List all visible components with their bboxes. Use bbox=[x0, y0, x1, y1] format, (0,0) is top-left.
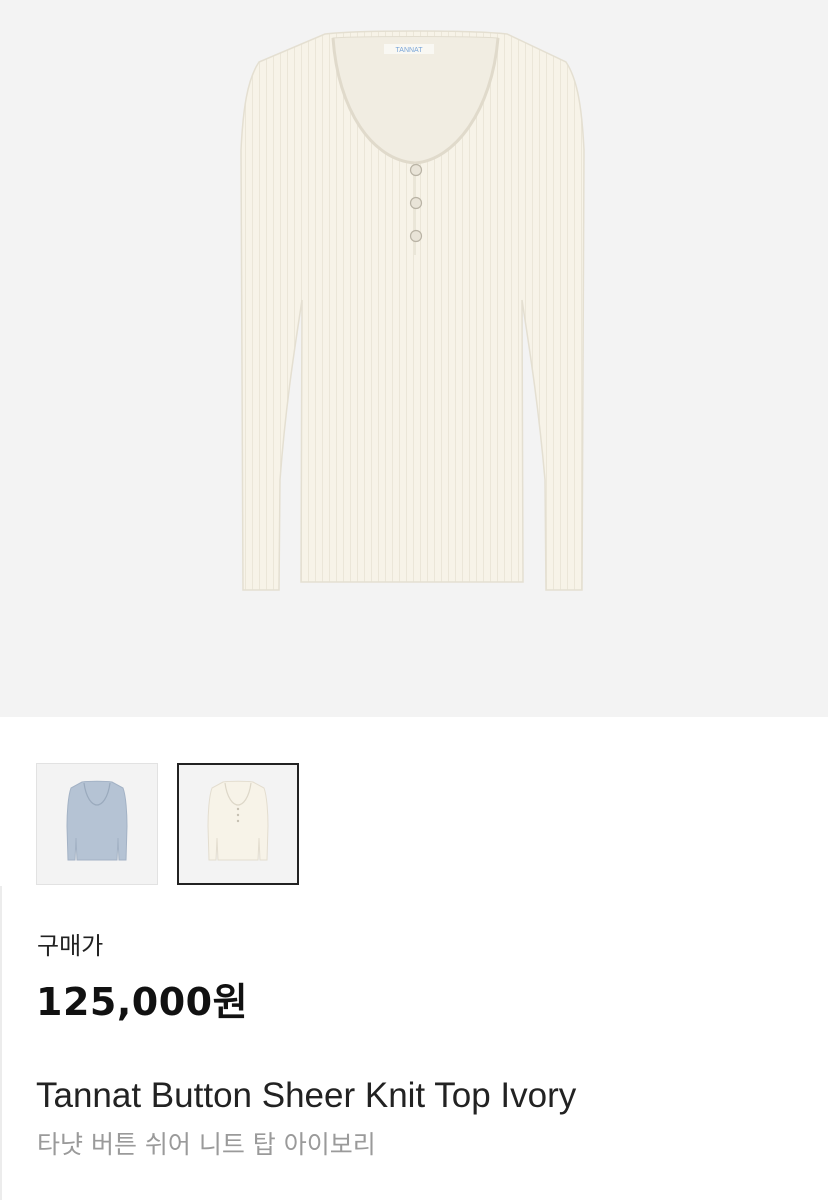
price-value: 125,000원 bbox=[36, 980, 249, 1024]
product-title-en: Tannat Button Sheer Knit Top Ivory bbox=[36, 1076, 577, 1115]
knit-top-illustration: TANNAT bbox=[240, 30, 585, 591]
ivory-top-thumbnail-image bbox=[207, 780, 269, 861]
product-image: TANNAT bbox=[0, 0, 828, 717]
left-edge-divider bbox=[0, 886, 2, 1200]
thumbnail-ivory[interactable] bbox=[177, 763, 299, 885]
svg-text:TANNAT: TANNAT bbox=[396, 47, 424, 54]
thumbnail-blue[interactable] bbox=[36, 763, 158, 885]
blue-top-thumbnail-image bbox=[66, 780, 128, 861]
product-title-ko: 타냣 버튼 쉬어 니트 탑 아이보리 bbox=[37, 1130, 376, 1159]
price-label: 구매가 bbox=[37, 932, 104, 960]
